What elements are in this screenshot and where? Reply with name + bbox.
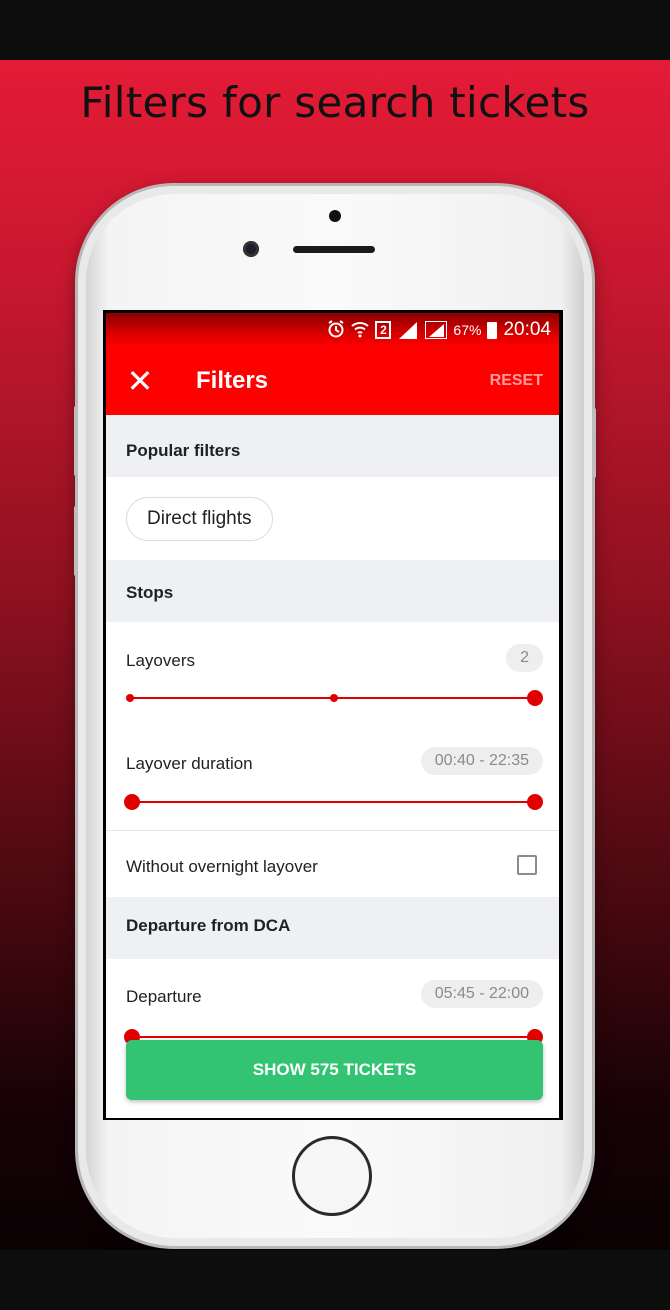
layover-duration-track[interactable] — [130, 801, 535, 803]
close-icon[interactable]: ✕ — [120, 361, 160, 401]
home-button[interactable] — [292, 1136, 372, 1216]
front-sensor — [329, 210, 341, 222]
layover-duration-min-handle[interactable] — [124, 794, 140, 810]
signal-strength-icon — [397, 321, 419, 339]
layovers-tick-0[interactable] — [126, 694, 134, 702]
app-screen: 2 67% 20:04 ✕ Filters RESET Popular filt… — [106, 313, 559, 1118]
power-button — [592, 408, 596, 478]
section-header-departure: Departure from DCA — [106, 897, 559, 959]
phone-screen: 2 67% 20:04 ✕ Filters RESET Popular filt… — [103, 310, 563, 1120]
wifi-icon — [351, 320, 370, 341]
section-header-popular: Popular filters — [106, 415, 559, 477]
volume-up-button — [74, 406, 78, 476]
section-header-stops: Stops — [106, 560, 559, 622]
layovers-label: Layovers — [126, 651, 195, 670]
sim-slot-icon: 2 — [375, 321, 392, 339]
layovers-tick-1[interactable] — [330, 694, 338, 702]
departure-slider-track[interactable] — [130, 1036, 535, 1038]
bottom-letterbox — [0, 1250, 670, 1310]
top-letterbox — [0, 0, 670, 60]
layover-duration-max-handle[interactable] — [527, 794, 543, 810]
departure-time-badge: 05:45 - 22:00 — [420, 980, 543, 1008]
earpiece-speaker — [293, 246, 375, 253]
battery-icon — [487, 321, 498, 339]
status-time: 20:04 — [503, 319, 551, 340]
page-title: Filters — [196, 367, 269, 394]
reset-button[interactable]: RESET — [490, 347, 543, 415]
front-camera — [243, 241, 259, 257]
signal-strength-2-icon — [425, 321, 448, 339]
filters-list[interactable]: Popular filters Direct flights Stops Lay… — [106, 415, 559, 1118]
departure-label: Departure — [126, 987, 202, 1006]
layover-duration-badge: 00:40 - 22:35 — [420, 747, 543, 775]
status-bar: 2 67% 20:04 — [106, 313, 559, 347]
layovers-slider-handle[interactable] — [527, 690, 543, 706]
direct-flights-chip[interactable]: Direct flights — [126, 497, 273, 541]
layovers-value-badge: 2 — [506, 644, 543, 672]
promo-headline: Filters for search tickets — [80, 78, 590, 127]
promo-poster: Filters for search tickets 2 67% 20:04 ✕… — [0, 60, 670, 1250]
volume-down-button — [74, 506, 78, 576]
layover-duration-label: Layover duration — [126, 754, 253, 773]
alarm-icon — [327, 319, 345, 341]
show-tickets-button[interactable]: SHOW 575 TICKETS — [126, 1040, 543, 1100]
overnight-layover-checkbox[interactable] — [517, 855, 537, 875]
battery-percent: 67% — [453, 322, 482, 338]
app-bar: ✕ Filters RESET — [106, 347, 559, 415]
row-divider — [106, 830, 559, 831]
overnight-layover-label: Without overnight layover — [126, 857, 318, 876]
